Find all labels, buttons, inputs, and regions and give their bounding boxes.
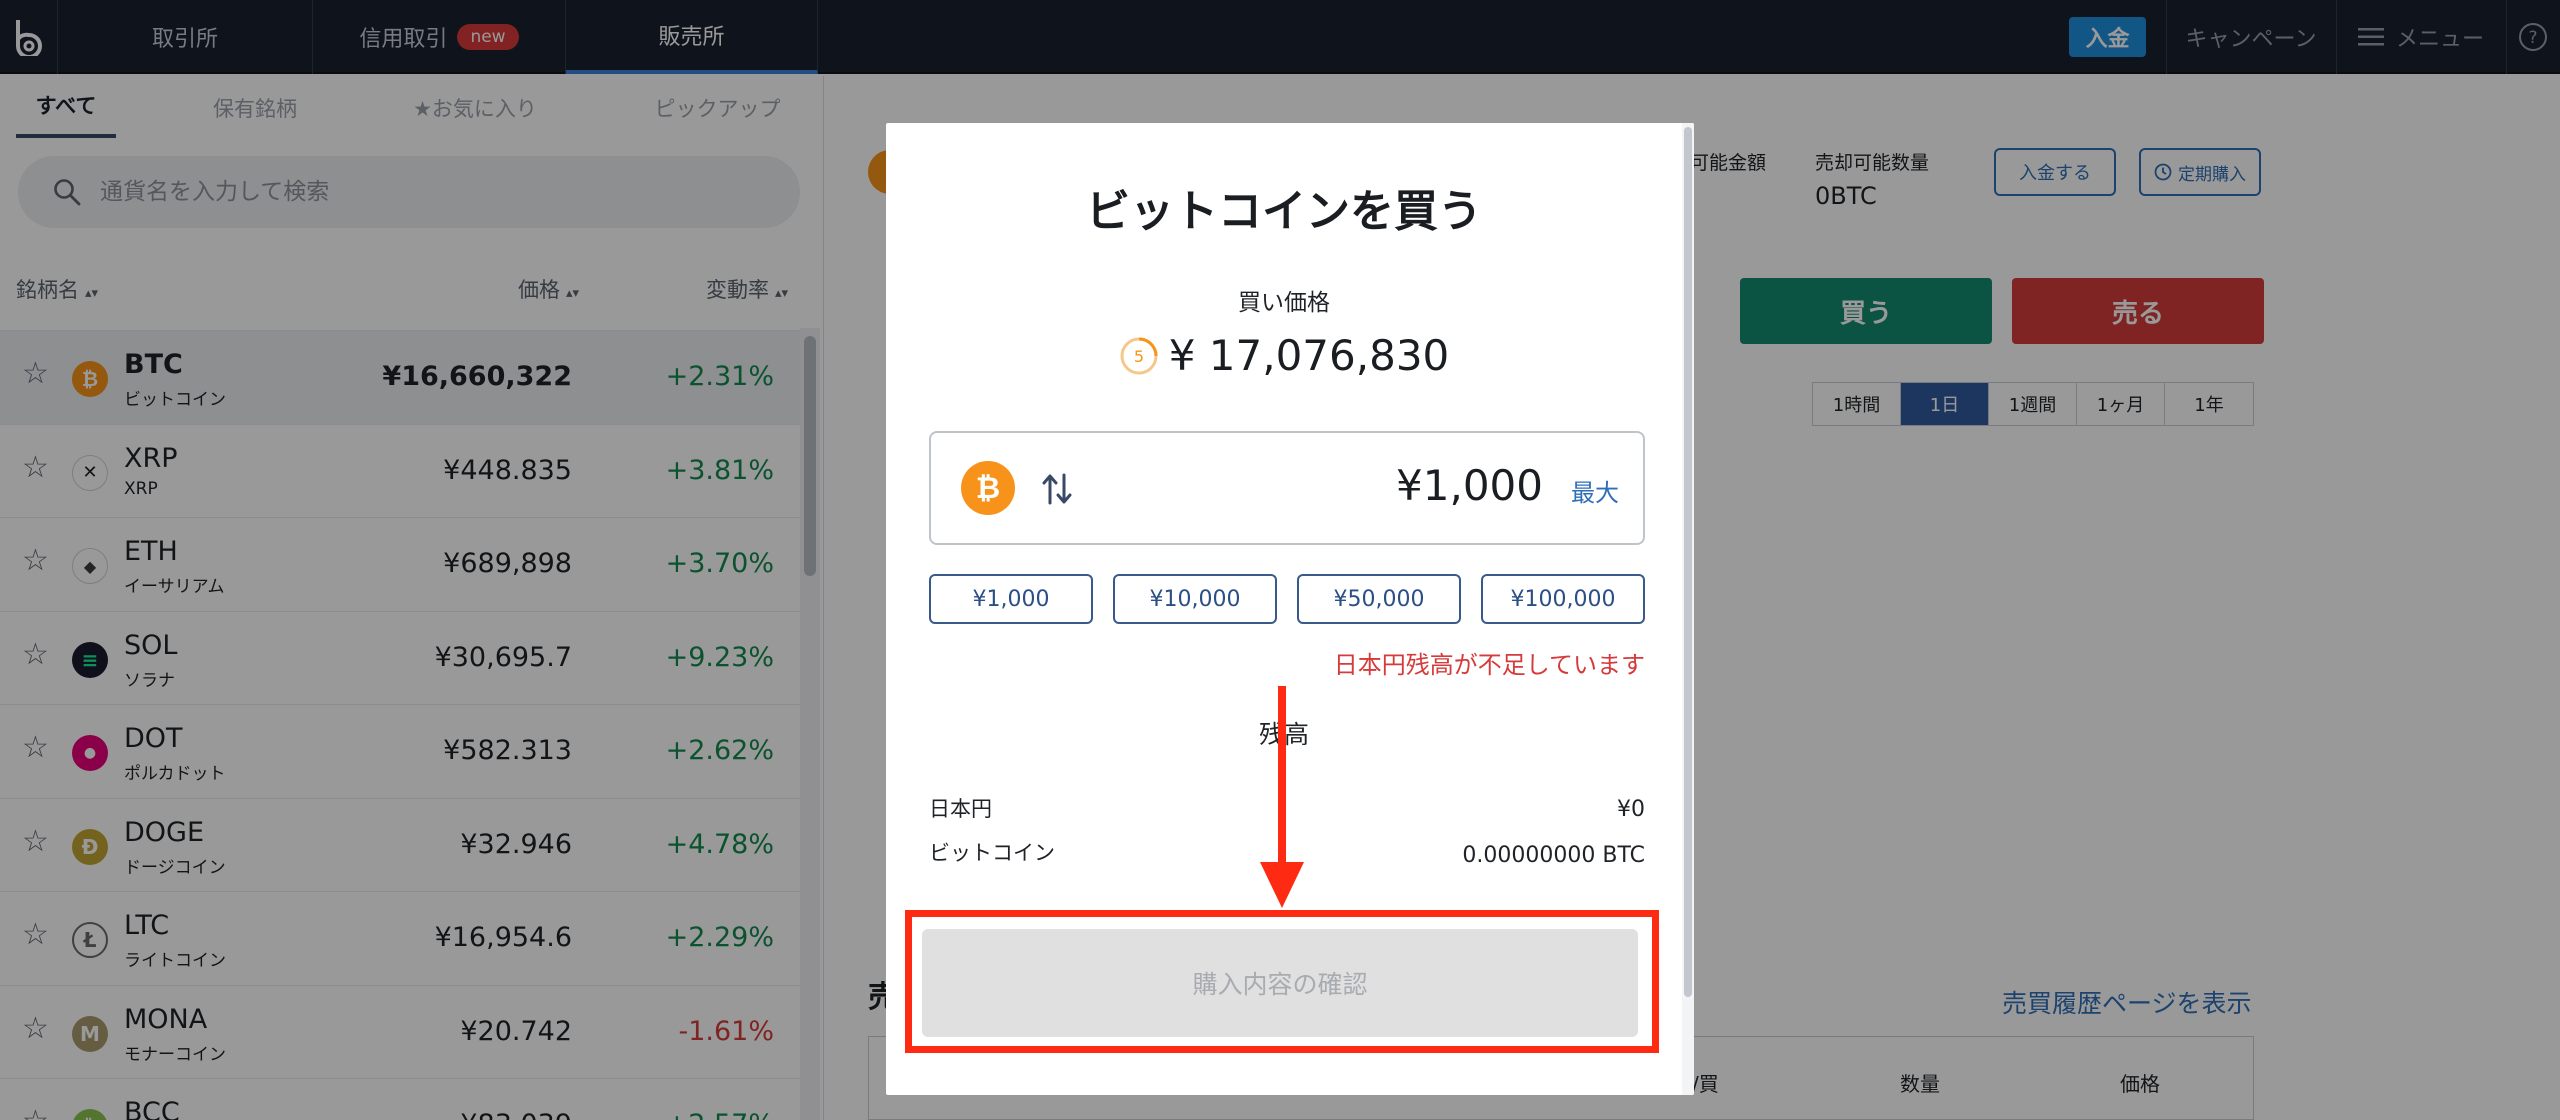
buy-price-row: 5 ¥ 17,076,830 <box>886 331 1682 380</box>
annotation-highlight-box <box>905 910 1659 1053</box>
svg-text:5: 5 <box>1134 347 1144 366</box>
quick-amount-10000-button[interactable]: ¥10,000 <box>1113 574 1277 624</box>
quick-amount-50000-button[interactable]: ¥50,000 <box>1297 574 1461 624</box>
btc-balance-value: 0.00000000 BTC <box>1462 843 1645 868</box>
amount-input-box[interactable]: ₿ ¥1,000 最大 <box>929 431 1645 545</box>
annotation-arrow-icon <box>1260 686 1304 908</box>
amount-value[interactable]: ¥1,000 <box>1396 461 1543 510</box>
jpy-balance-value: ¥0 <box>1617 797 1645 822</box>
jpy-balance-label: 日本円 <box>929 797 992 821</box>
dialog-title: ビットコインを買う <box>1086 186 1482 237</box>
quick-amount-100000-button[interactable]: ¥100,000 <box>1481 574 1645 624</box>
buy-price-label: 買い価格 <box>1238 290 1330 316</box>
swap-arrows-icon[interactable] <box>1039 469 1075 509</box>
max-amount-button[interactable]: 最大 <box>1571 473 1619 508</box>
insufficient-balance-error: 日本円残高が不足しています <box>1333 651 1645 679</box>
dialog-scrollbar-thumb[interactable] <box>1684 127 1692 997</box>
buy-price-value: ¥ 17,076,830 <box>1168 331 1450 380</box>
bitcoin-icon: ₿ <box>961 461 1015 515</box>
quick-amount-1000-button[interactable]: ¥1,000 <box>929 574 1093 624</box>
btc-balance-label: ビットコイン <box>929 841 1055 865</box>
refresh-timer-icon: 5 <box>1120 337 1158 374</box>
